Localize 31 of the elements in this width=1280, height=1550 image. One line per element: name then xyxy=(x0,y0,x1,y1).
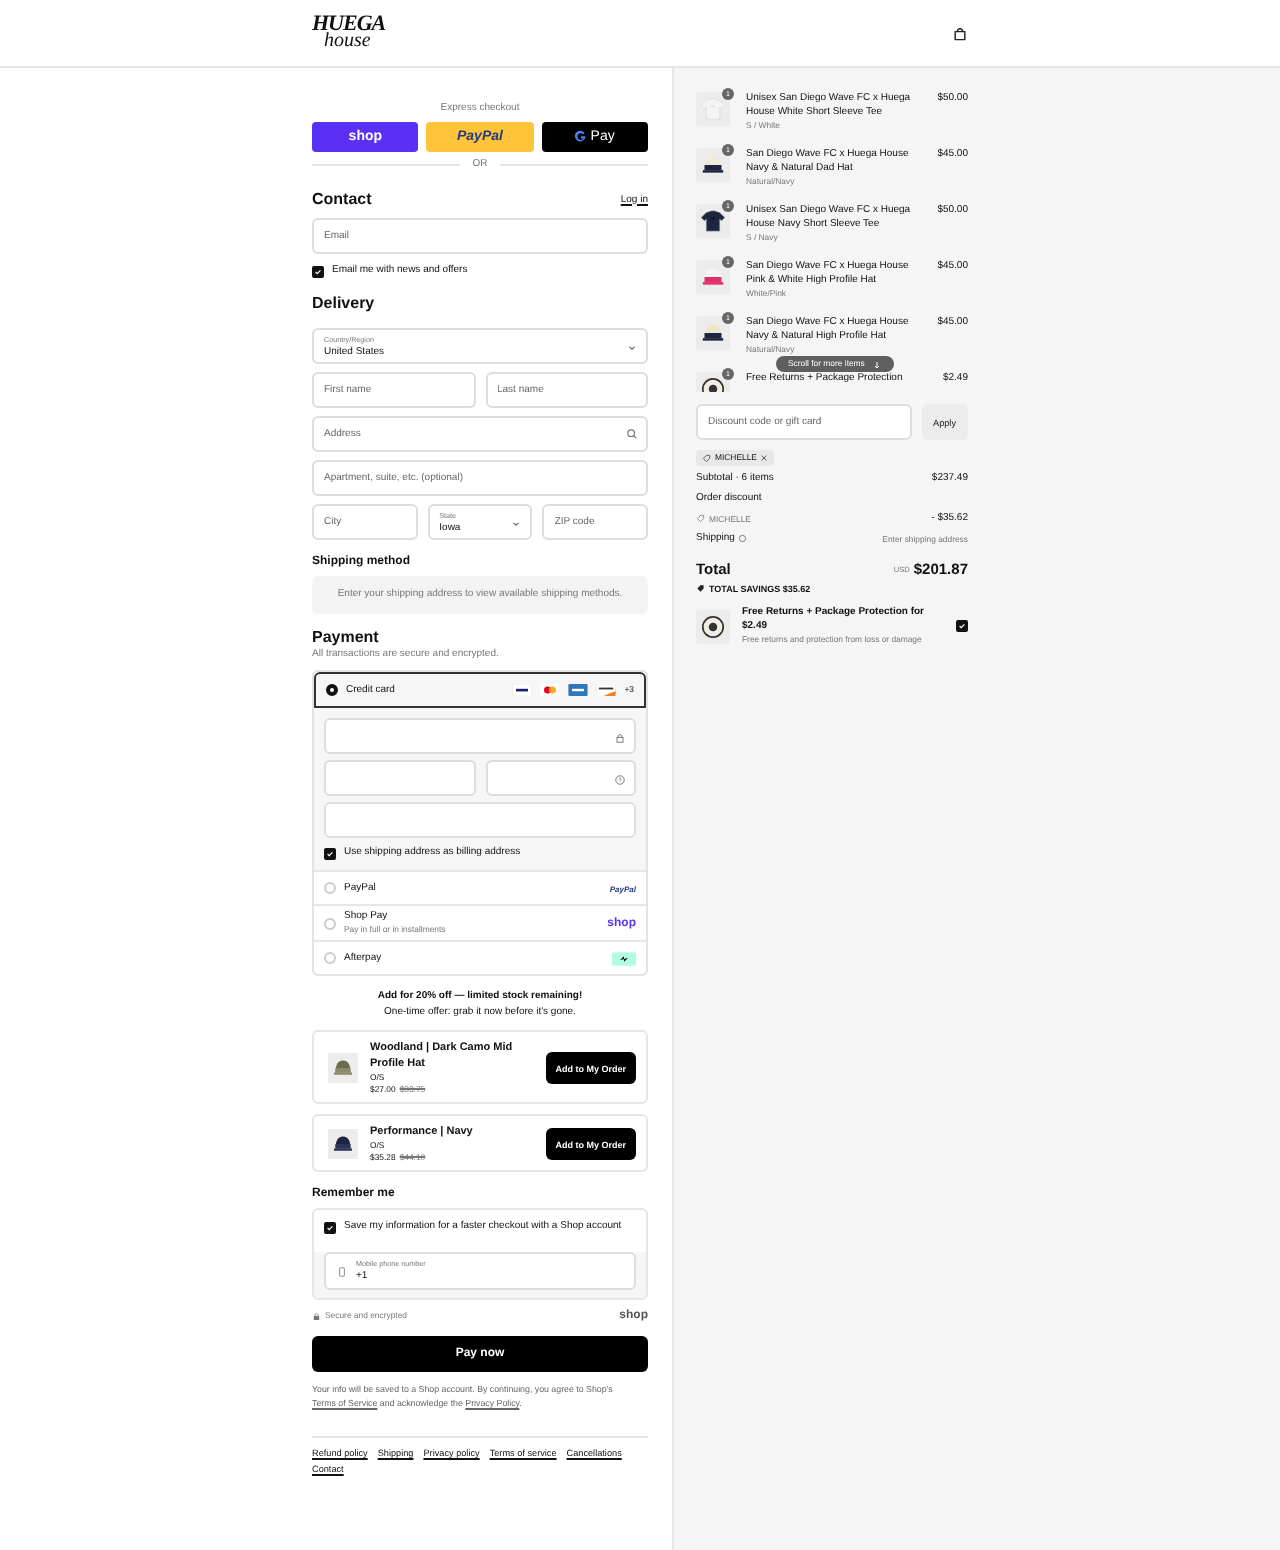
chevron-icon xyxy=(626,342,638,354)
card-icon xyxy=(568,684,589,696)
chevron-icon xyxy=(510,518,523,530)
security-code-field[interactable] xyxy=(485,760,636,796)
checkbox[interactable] xyxy=(324,847,336,859)
section-heading: Payment xyxy=(312,628,381,648)
afterpay-icon xyxy=(612,951,636,965)
card-icon xyxy=(540,684,561,696)
remove-icon[interactable] xyxy=(760,454,769,462)
tag-icon xyxy=(702,453,711,463)
phone-icon xyxy=(336,1265,348,1277)
shopping-bag-icon[interactable] xyxy=(952,25,968,41)
checkbox[interactable] xyxy=(956,620,968,632)
radio-button[interactable] xyxy=(326,684,338,696)
tag-icon xyxy=(696,584,705,594)
name-on-card-field[interactable] xyxy=(324,802,636,838)
card-icon xyxy=(512,684,533,696)
down-arrow-icon xyxy=(872,359,883,369)
google-g-icon xyxy=(574,130,589,144)
card-number-field[interactable] xyxy=(324,718,636,754)
checkbox[interactable] xyxy=(312,265,324,277)
lock-icon xyxy=(614,732,626,744)
section-heading: Contact xyxy=(312,190,372,210)
card-icon xyxy=(596,684,617,696)
lock-icon xyxy=(312,1311,321,1321)
brand-logo[interactable]: HUEGA house xyxy=(312,16,386,50)
tag-icon xyxy=(696,514,705,524)
section-heading: Delivery xyxy=(312,294,377,314)
expiry-field[interactable] xyxy=(324,760,475,796)
checkbox[interactable] xyxy=(324,1221,336,1233)
search-icon xyxy=(626,428,638,440)
